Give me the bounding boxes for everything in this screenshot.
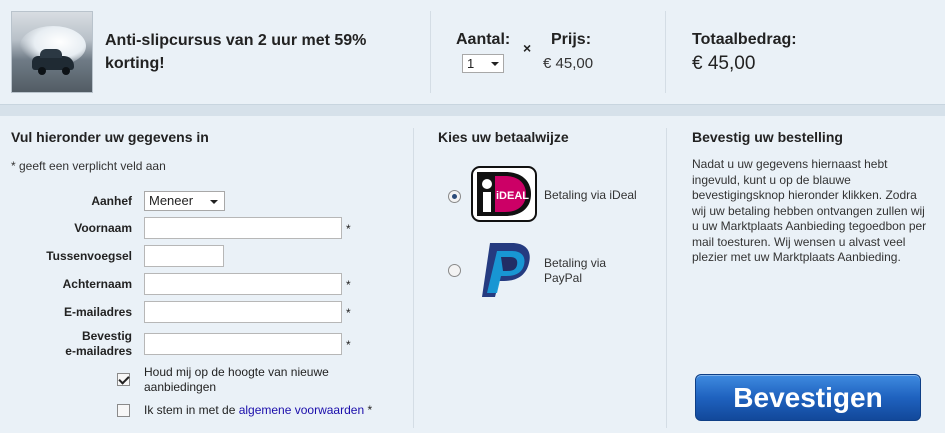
price-label: Prijs: [551, 31, 592, 48]
required-hint: * geeft een verplicht veld aan [11, 159, 166, 173]
aanhef-value: Meneer [149, 193, 194, 208]
times-sign: × [523, 40, 532, 56]
column-divider [666, 128, 667, 428]
newsletter-label: Houd mij op de hoogte van nieuwe aanbied… [144, 365, 329, 394]
total-value: € 45,00 [692, 53, 756, 74]
ideal-logo-text: iDEAL [496, 190, 529, 202]
achternaam-label: Achternaam [62, 277, 132, 291]
form-title: Vul hieronder uw gegevens in [11, 129, 209, 145]
divider [665, 11, 666, 93]
chevron-down-icon [491, 62, 499, 66]
voornaam-field[interactable] [144, 217, 342, 239]
required-mark: * [346, 222, 351, 236]
payment-label-ideal: Betaling via iDeal [544, 188, 637, 202]
quantity-select[interactable]: 1 [462, 54, 504, 73]
newsletter-checkbox[interactable] [117, 373, 130, 386]
required-mark: * [346, 338, 351, 352]
header-separator [0, 104, 945, 116]
confirm-email-field[interactable] [144, 333, 342, 355]
payment-label-paypal: Betaling via PayPal [544, 256, 607, 285]
payment-radio-paypal[interactable] [448, 264, 461, 277]
product-photo-car-icon [11, 11, 93, 93]
payment-radio-ideal[interactable] [448, 190, 461, 203]
price-value: € 45,00 [543, 55, 594, 72]
required-mark: * [346, 306, 351, 320]
product-title: Anti-slipcursus van 2 uur met 59% kortin… [105, 32, 367, 72]
voornaam-label: Voornaam [74, 221, 132, 235]
payment-title: Kies uw betaalwijze [438, 129, 569, 145]
terms-link[interactable]: algemene voorwaarden [239, 403, 364, 417]
total-label: Totaalbedrag: [692, 31, 797, 48]
tussenvoegsel-label: Tussenvoegsel [46, 249, 132, 263]
tussenvoegsel-field[interactable] [144, 245, 224, 267]
order-summary-header: Anti-slipcursus van 2 uur met 59% kortin… [0, 0, 945, 104]
divider [430, 11, 431, 93]
paypal-logo-icon [482, 243, 530, 297]
confirm-email-label-line2: e-mailadres [65, 344, 132, 358]
terms-prefix: Ik stem in met de [144, 403, 239, 417]
confirm-email-label-line1: Bevestig [81, 329, 132, 343]
quantity-label: Aantal: [456, 31, 511, 48]
confirm-title: Bevestig uw bestelling [692, 129, 843, 145]
required-mark: * [346, 278, 351, 292]
quantity-value: 1 [467, 56, 475, 71]
aanhef-label: Aanhef [91, 194, 132, 208]
column-divider [413, 128, 414, 428]
confirm-button[interactable]: Bevestigen [695, 374, 921, 421]
aanhef-select[interactable]: Meneer [144, 191, 225, 211]
achternaam-field[interactable] [144, 273, 342, 295]
terms-suffix: * [364, 403, 373, 417]
chevron-down-icon [210, 200, 218, 204]
email-field[interactable] [144, 301, 342, 323]
terms-label: Ik stem in met de algemene voorwaarden * [144, 403, 404, 418]
terms-checkbox[interactable] [117, 404, 130, 417]
email-label: E-mailadres [63, 305, 132, 319]
confirm-description: Nadat u uw gegevens hiernaast hebt ingev… [692, 157, 927, 264]
ideal-logo-icon: iDEAL [471, 166, 537, 222]
